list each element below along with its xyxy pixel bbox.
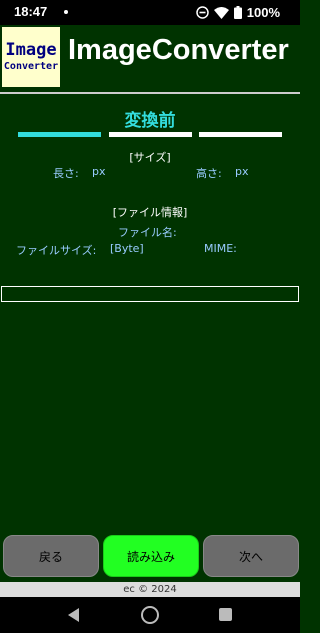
status-time: 18:47: [14, 4, 48, 19]
size-heading: [サイズ]: [129, 151, 171, 164]
status-bar: 18:47 100%: [0, 0, 300, 25]
app-logo: Image Converter: [2, 27, 60, 87]
logo-line-1: Image: [5, 40, 57, 60]
file-info-heading: [ファイル情報]: [112, 206, 188, 219]
length-unit: px: [92, 165, 106, 178]
text-input[interactable]: [1, 286, 299, 302]
copyright-text: ec © 2024: [123, 584, 177, 595]
next-button[interactable]: 次へ: [203, 535, 299, 577]
status-icons: 100%: [196, 5, 280, 20]
back-button[interactable]: 戻る: [3, 535, 99, 577]
load-button[interactable]: 読み込み: [103, 535, 199, 577]
nav-recents-icon[interactable]: [219, 608, 232, 621]
tab-indicator-after[interactable]: [199, 132, 282, 137]
app-title: ImageConverter: [68, 34, 289, 66]
battery-icon: [233, 6, 242, 19]
length-label: 長さ:: [53, 167, 79, 180]
tab-indicator-middle[interactable]: [109, 132, 192, 137]
notification-dot-icon: [64, 10, 68, 14]
height-label: 高さ:: [196, 167, 222, 180]
system-nav-bar: [0, 597, 300, 633]
app-bar-divider: [0, 92, 300, 94]
section-title: 変換前: [124, 111, 176, 131]
footer: ec © 2024: [0, 582, 300, 597]
height-unit: px: [235, 165, 249, 178]
app-bar: Image Converter ImageConverter: [0, 25, 300, 90]
mime-label: MIME:: [204, 242, 237, 255]
file-name-label: ファイル名:: [118, 226, 177, 239]
logo-line-2: Converter: [3, 61, 59, 72]
nav-home-icon[interactable]: [141, 606, 159, 624]
do-not-disturb-icon: [196, 6, 209, 19]
wifi-icon: [213, 6, 229, 19]
file-size-unit: [Byte]: [110, 242, 144, 255]
tab-indicator-before[interactable]: [18, 132, 101, 137]
nav-back-icon[interactable]: [68, 608, 79, 622]
file-size-label: ファイルサイズ:: [16, 244, 97, 257]
battery-percentage: 100%: [246, 5, 280, 20]
